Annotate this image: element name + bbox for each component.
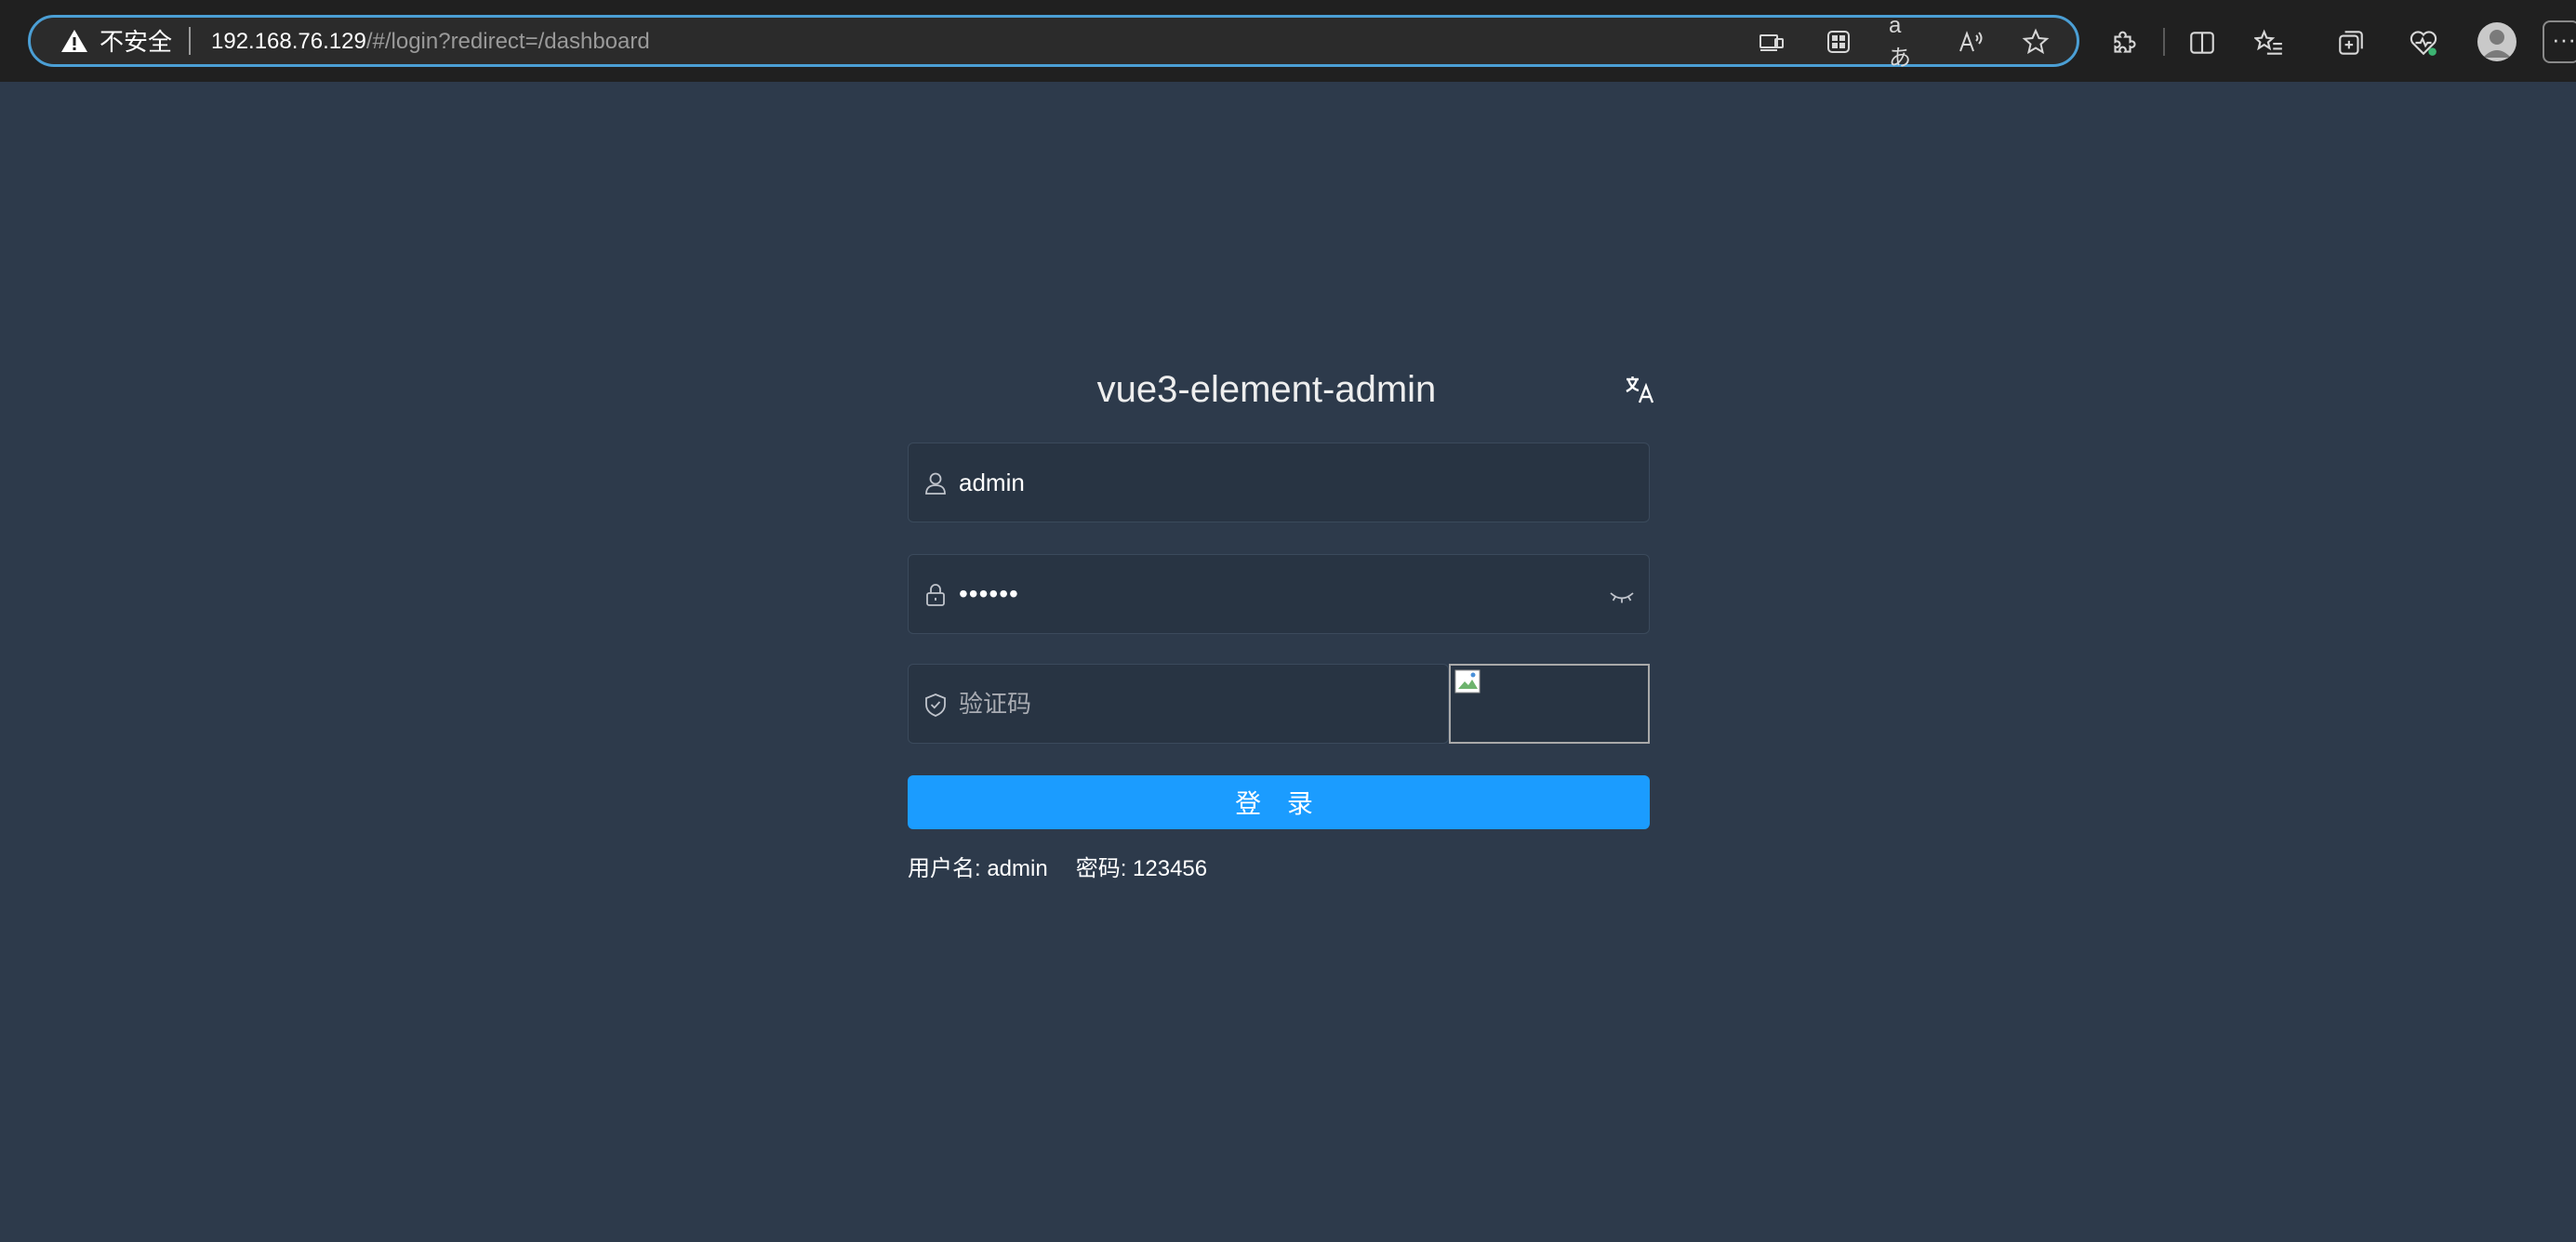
tip-username: 用户名: admin [908, 856, 1048, 881]
favorite-star-icon[interactable] [2021, 27, 2051, 57]
login-page: vue3-element-admin •••••• [0, 82, 2576, 1242]
translate-icon[interactable] [1624, 374, 1655, 405]
url-path: /#/login?redirect=/dashboard [365, 29, 650, 54]
captcha-field[interactable] [908, 664, 1449, 744]
warning-triangle-icon[interactable] [60, 28, 88, 54]
captcha-input[interactable] [959, 665, 1424, 743]
translate-page-icon[interactable]: aあ [1889, 13, 1919, 71]
username-input[interactable] [959, 443, 1591, 522]
qr-code-icon[interactable] [1824, 27, 1853, 57]
password-input[interactable]: •••••• [959, 555, 1591, 633]
tip-password: 密码: 123456 [1075, 856, 1208, 881]
lock-icon [922, 581, 949, 609]
read-aloud-icon[interactable] [1956, 27, 1985, 57]
security-label[interactable]: 不安全 [100, 29, 172, 55]
password-field[interactable]: •••••• [908, 554, 1650, 634]
login-tips: 用户名: admin 密码: 123456 [908, 855, 1235, 883]
address-divider [189, 27, 191, 55]
browser-essentials-icon[interactable] [2407, 26, 2440, 59]
url-host: 192.168.76.129 [211, 29, 366, 54]
extensions-icon[interactable] [2105, 26, 2139, 59]
app-available-icon[interactable] [1757, 27, 1786, 57]
login-button[interactable]: 登 录 [908, 775, 1650, 829]
page-title: vue3-element-admin [1096, 369, 1437, 410]
eye-closed-icon[interactable] [1608, 581, 1636, 609]
collections-icon[interactable] [2334, 26, 2368, 59]
more-menu-button[interactable]: ··· [2543, 20, 2576, 63]
split-screen-icon[interactable] [2185, 26, 2219, 59]
translate-page-label: aあ [1889, 12, 1911, 71]
favorites-list-icon[interactable] [2252, 26, 2286, 59]
username-field[interactable] [908, 443, 1650, 522]
captcha-image[interactable] [1449, 664, 1650, 744]
shield-icon [922, 691, 949, 719]
profile-avatar[interactable] [2477, 22, 2516, 61]
browser-toolbar: 不安全 192.168.76.129/#/login?redirect=/das… [0, 0, 2576, 82]
toolbar-divider [2163, 28, 2165, 56]
address-bar[interactable]: 不安全 192.168.76.129/#/login?redirect=/das… [28, 13, 2079, 71]
broken-image-icon [1454, 669, 1482, 695]
user-icon [922, 469, 949, 497]
url-text[interactable]: 192.168.76.129/#/login?redirect=/dashboa… [211, 29, 650, 55]
